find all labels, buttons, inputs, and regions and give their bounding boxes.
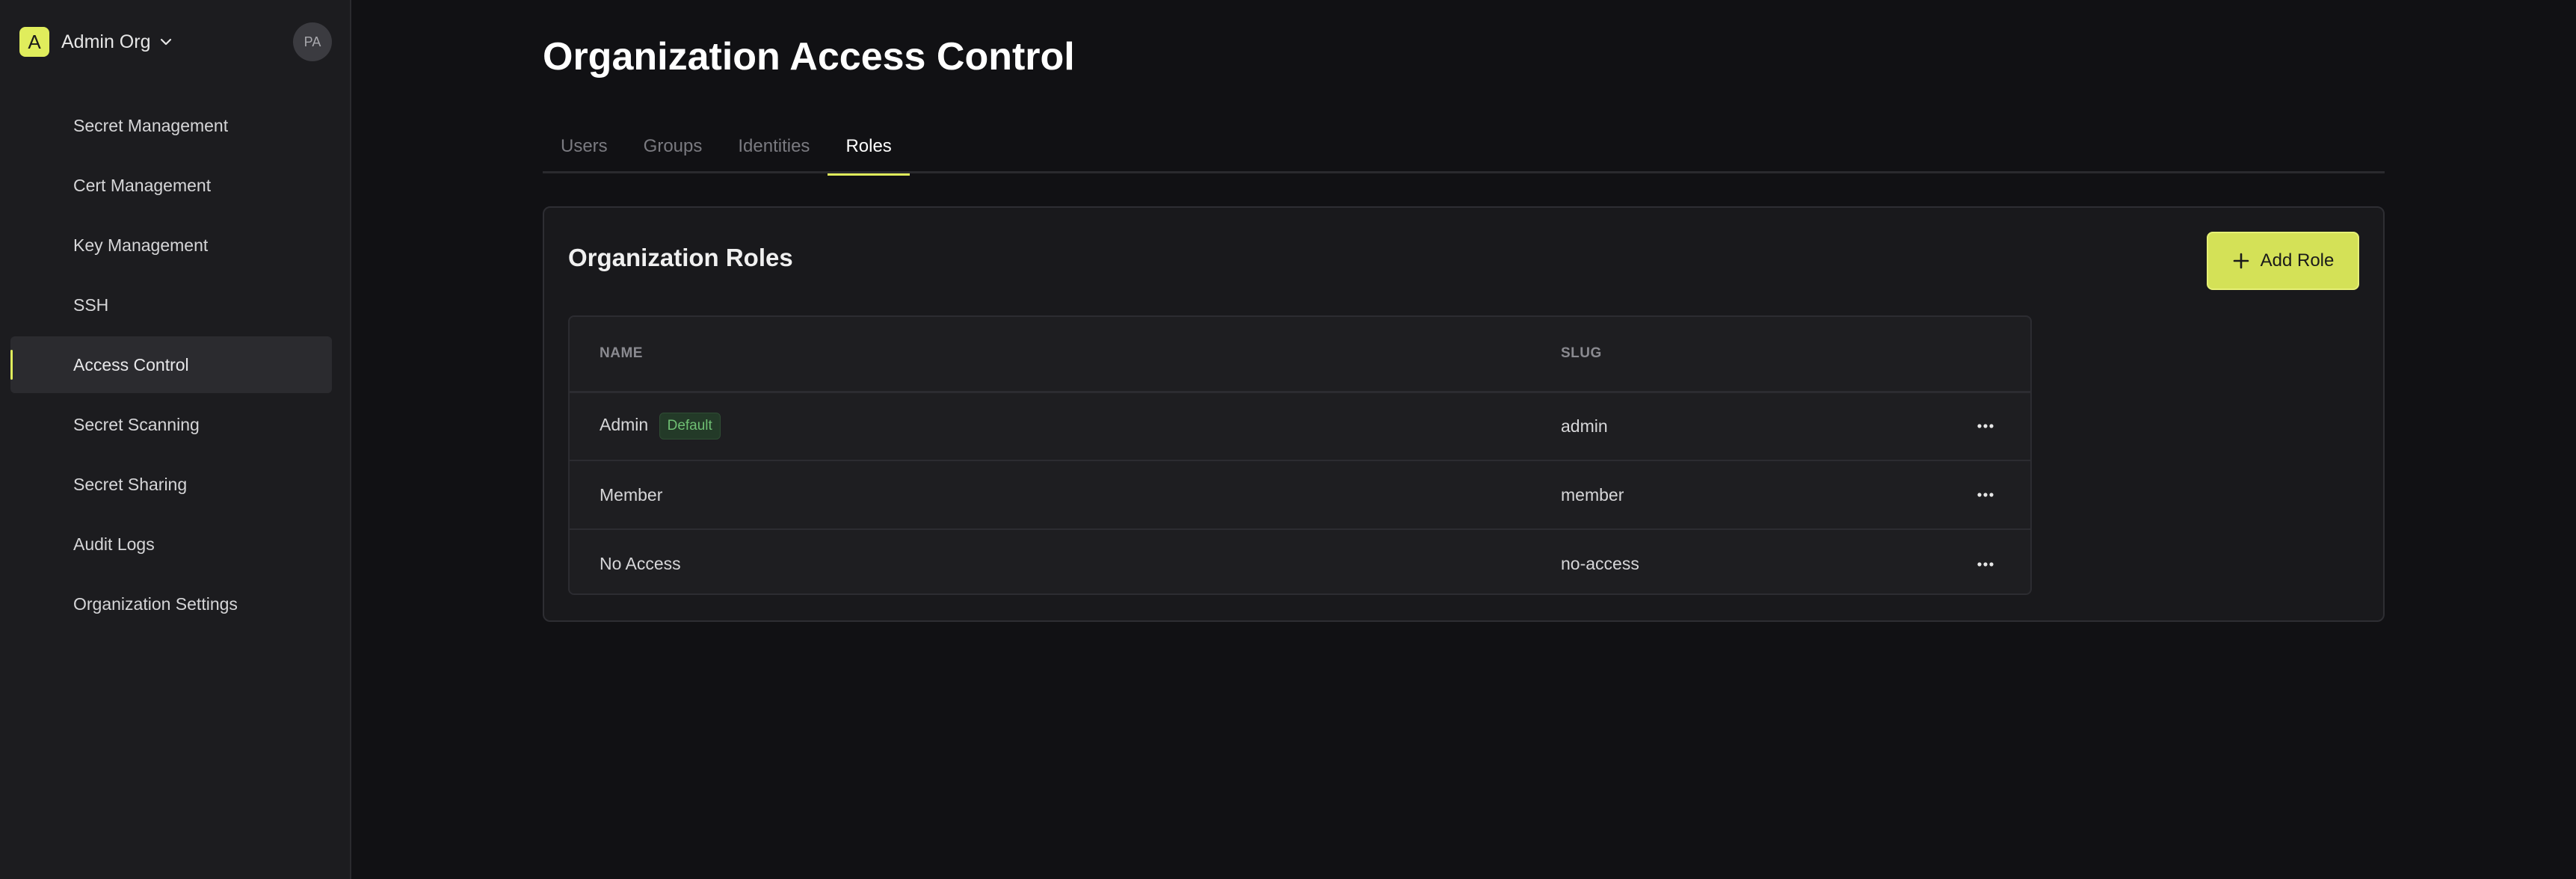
plus-icon bbox=[2232, 252, 2250, 270]
tab-bar: Users Groups Identities Roles bbox=[543, 120, 2385, 176]
card-title: Organization Roles bbox=[568, 244, 793, 271]
row-actions-cell bbox=[1941, 529, 2030, 593]
column-header-actions bbox=[1941, 317, 2030, 392]
column-header-name: NAME bbox=[600, 345, 643, 362]
default-badge: Default bbox=[659, 413, 721, 440]
sidebar-item-secret-sharing[interactable]: Secret Sharing bbox=[10, 456, 332, 513]
role-name-cell: Member bbox=[570, 460, 1561, 529]
tab-identities[interactable]: Identities bbox=[720, 120, 828, 173]
table-row[interactable]: No Access no-access bbox=[570, 529, 2030, 593]
sidebar-item-ssh[interactable]: SSH bbox=[10, 277, 332, 333]
role-slug: no-access bbox=[1561, 554, 1639, 573]
org-name: Admin Org bbox=[61, 31, 151, 52]
page-title: Organization Access Control bbox=[543, 35, 1075, 78]
sidebar-item-cert-management[interactable]: Cert Management bbox=[10, 157, 332, 214]
org-switcher[interactable]: A Admin Org bbox=[19, 25, 174, 58]
tab-users[interactable]: Users bbox=[543, 120, 626, 173]
role-slug: member bbox=[1561, 484, 1624, 505]
role-name-cell: Admin Default bbox=[570, 392, 1561, 460]
role-name-cell: No Access bbox=[570, 529, 1561, 593]
sidebar-item-audit-logs[interactable]: Audit Logs bbox=[10, 516, 332, 573]
sidebar: A Admin Org PA Secret Management Cert Ma… bbox=[0, 0, 351, 879]
role-name: No Access bbox=[600, 554, 681, 573]
tab-roles[interactable]: Roles bbox=[828, 120, 910, 176]
add-role-label: Add Role bbox=[2260, 250, 2335, 271]
table-row[interactable]: Member member bbox=[570, 460, 2030, 529]
more-options-icon[interactable] bbox=[1970, 480, 2000, 510]
more-options-icon[interactable] bbox=[1970, 549, 2000, 579]
chevron-down-icon bbox=[158, 34, 174, 50]
column-header-slug: SLUG bbox=[1561, 345, 1602, 362]
organization-roles-card: Organization Roles Add Role NAME SLUG Ad… bbox=[543, 206, 2385, 622]
sidebar-item-secret-scanning[interactable]: Secret Scanning bbox=[10, 396, 332, 453]
roles-table: NAME SLUG Admin Default admin Member mem… bbox=[568, 315, 2032, 595]
role-name: Member bbox=[600, 484, 663, 505]
org-avatar: A bbox=[19, 27, 49, 57]
sidebar-item-label: Key Management bbox=[73, 235, 209, 255]
row-actions-cell bbox=[1941, 460, 2030, 529]
table-row[interactable]: Admin Default admin bbox=[570, 392, 2030, 460]
row-actions-cell bbox=[1941, 392, 2030, 460]
sidebar-item-organization-settings[interactable]: Organization Settings bbox=[10, 576, 332, 632]
sidebar-item-label: Secret Scanning bbox=[73, 414, 200, 434]
sidebar-item-secret-management[interactable]: Secret Management bbox=[10, 97, 332, 154]
sidebar-nav: Secret Management Cert Management Key Ma… bbox=[10, 97, 332, 635]
tab-groups[interactable]: Groups bbox=[626, 120, 721, 173]
role-slug: admin bbox=[1561, 416, 1608, 436]
role-name: Admin bbox=[600, 415, 649, 435]
sidebar-item-access-control[interactable]: Access Control bbox=[10, 336, 332, 393]
sidebar-item-label: SSH bbox=[73, 294, 109, 315]
sidebar-item-label: Organization Settings bbox=[73, 593, 238, 614]
sidebar-item-key-management[interactable]: Key Management bbox=[10, 217, 332, 274]
sidebar-item-label: Secret Management bbox=[73, 115, 229, 135]
sidebar-item-label: Cert Management bbox=[73, 175, 212, 195]
user-avatar[interactable]: PA bbox=[293, 22, 332, 61]
sidebar-item-label: Secret Sharing bbox=[73, 474, 188, 494]
more-options-icon[interactable] bbox=[1970, 411, 2000, 441]
sidebar-item-label: Access Control bbox=[73, 354, 189, 374]
add-role-button[interactable]: Add Role bbox=[2207, 232, 2359, 290]
table-header-row: NAME SLUG bbox=[570, 317, 2030, 392]
sidebar-item-label: Audit Logs bbox=[73, 534, 155, 554]
